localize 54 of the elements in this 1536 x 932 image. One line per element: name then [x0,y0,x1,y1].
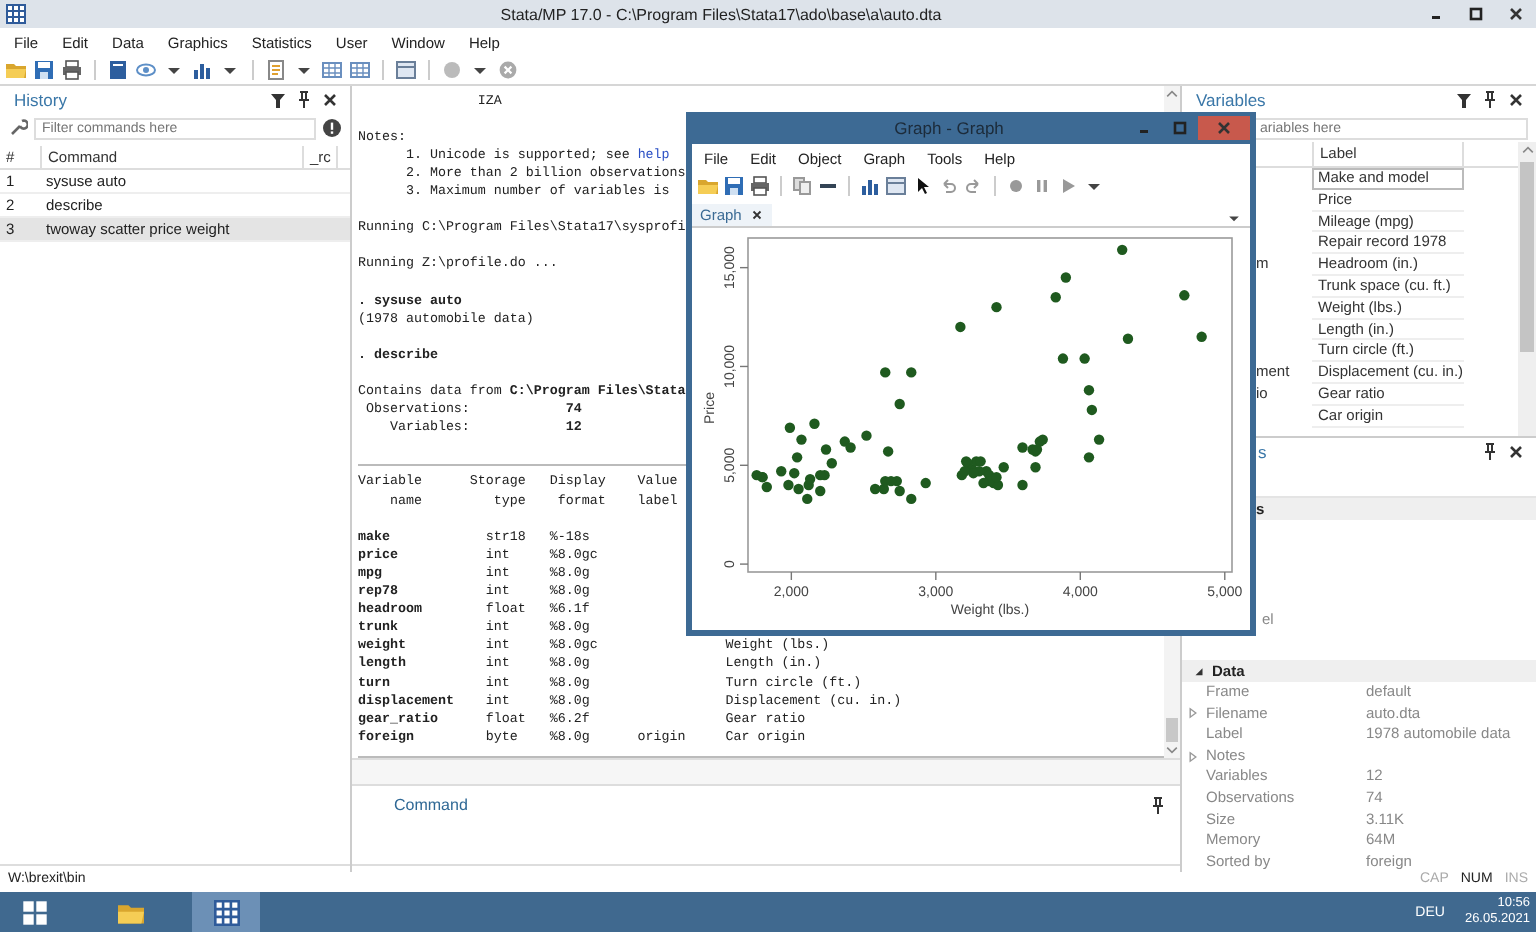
caret-icon[interactable] [1226,210,1242,226]
horizontal-scrollbar[interactable] [352,758,1180,786]
folder-icon [117,899,143,925]
viewer-icon[interactable] [108,60,128,80]
maximize-icon [1170,118,1190,138]
panel-title: History [14,90,69,110]
close-icon [1214,118,1234,138]
scrollbar-thumb[interactable] [1520,162,1534,352]
maximize-icon [1466,4,1486,24]
panel-title: Variables [1196,90,1268,110]
window-title: Graph - Graph [892,118,1006,138]
table-icon[interactable] [396,60,416,80]
pause-icon[interactable] [1032,176,1052,196]
table-icon[interactable] [886,176,906,196]
collapsed-icon[interactable] [1185,706,1199,721]
pin-icon[interactable] [1480,442,1500,462]
redo-icon[interactable] [964,176,984,196]
window-title: Stata/MP 17.0 - C:\Program Files\Stata17\ado\base\a\auto.dta [498,5,944,23]
chart-icon[interactable] [860,176,880,196]
scroll-up-icon[interactable] [1164,86,1180,102]
chart-icon[interactable] [192,60,212,80]
scrollbar-thumb[interactable] [1166,718,1178,742]
close-icon[interactable] [1506,442,1526,462]
save-icon[interactable] [34,60,54,80]
print-icon[interactable] [750,176,770,196]
windows-logo-icon [21,899,47,925]
scroll-down-icon[interactable] [1164,742,1180,758]
collapsed-icon[interactable] [1185,749,1199,764]
info-icon[interactable] [322,118,342,138]
print-icon[interactable] [62,60,82,80]
grid-icon[interactable] [322,60,342,80]
filter-icon[interactable] [268,90,288,110]
close-icon[interactable] [749,208,764,222]
filter-icon[interactable] [1454,90,1474,110]
wrench-icon[interactable] [8,118,28,138]
app-icon [6,4,26,24]
expanded-icon[interactable] [1192,664,1206,678]
pointer-icon[interactable] [912,176,932,196]
grid-icon[interactable] [350,60,370,80]
record-icon[interactable] [1006,176,1026,196]
pin-icon[interactable] [294,90,314,110]
save-icon[interactable] [724,176,744,196]
pin-icon[interactable] [1148,796,1168,816]
pin-icon[interactable] [1480,90,1500,110]
close-icon[interactable] [320,90,340,110]
eye-icon[interactable] [136,60,156,80]
scroll-up-icon[interactable] [1519,142,1535,158]
doc-icon[interactable] [266,60,286,80]
panel-title: s [1258,442,1269,462]
stata-icon [213,899,239,925]
taskbar-app[interactable] [192,892,260,932]
panel-title: Command [394,796,468,818]
close-icon [1506,4,1526,24]
close-icon[interactable] [1506,90,1526,110]
